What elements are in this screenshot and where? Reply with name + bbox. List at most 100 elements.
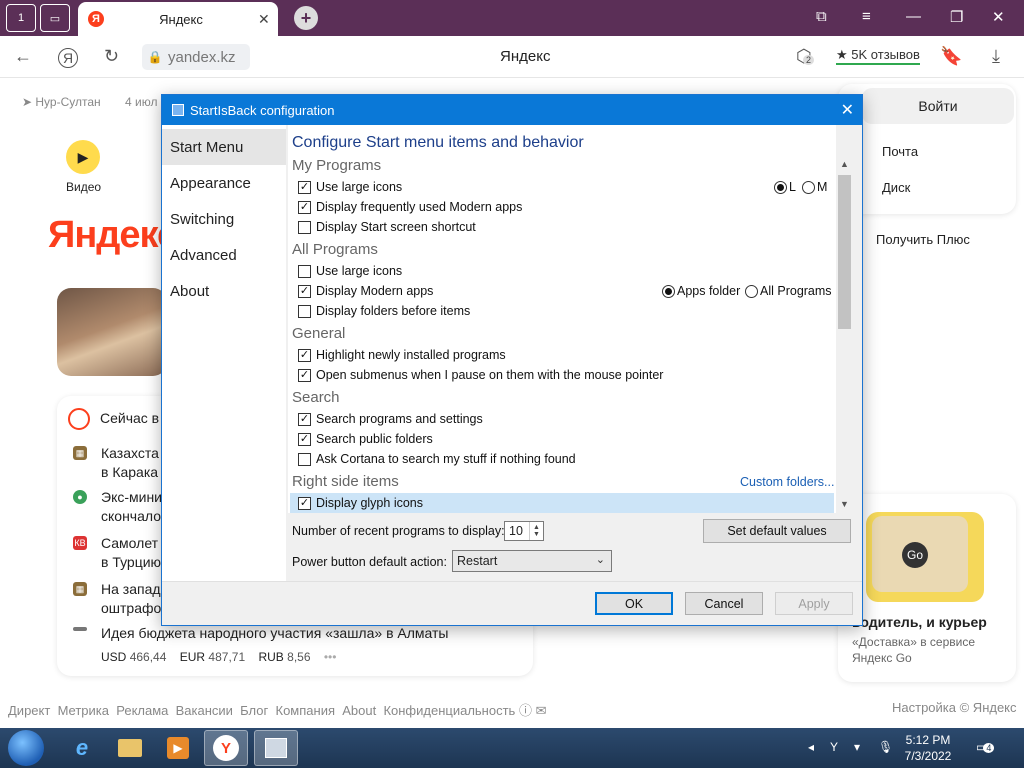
bookmarks-panel-icon[interactable]: ⧉ bbox=[816, 8, 827, 25]
hero-image[interactable] bbox=[57, 288, 167, 376]
more-icon[interactable]: ••• bbox=[324, 650, 337, 664]
footer-right[interactable]: Настройка © Яндекс bbox=[892, 700, 1017, 715]
scrollbar-thumb[interactable] bbox=[838, 175, 851, 329]
bookmark-icon[interactable]: 🔖 bbox=[940, 46, 962, 67]
taskbar-clock[interactable]: 5:12 PM 7/3/2022 bbox=[900, 732, 956, 764]
nav-appearance[interactable]: Appearance bbox=[162, 165, 286, 201]
plus-link[interactable]: Получить Плюс bbox=[876, 232, 970, 247]
app-icon bbox=[172, 104, 184, 116]
footer-link[interactable]: Конфиденциальность bbox=[383, 703, 515, 718]
settings-nav: Start Menu Appearance Switching Advanced… bbox=[162, 125, 286, 581]
url-field[interactable]: 🔒 yandex.kz bbox=[142, 44, 250, 70]
mail-link[interactable]: Почта bbox=[882, 144, 918, 159]
radio-size-l[interactable]: L bbox=[774, 179, 796, 195]
news-item[interactable]: Идея бюджета народного участия «зашла» в… bbox=[101, 624, 448, 643]
reviews-link[interactable]: ★ 5K отзывов bbox=[836, 47, 920, 65]
start-button[interactable] bbox=[8, 730, 44, 766]
scroll-down-icon[interactable]: ▼ bbox=[836, 495, 853, 513]
news-item[interactable]: На запад оштрафо bbox=[101, 580, 161, 618]
scroll-up-icon[interactable]: ▲ bbox=[836, 155, 853, 173]
disk-link[interactable]: Диск bbox=[882, 180, 910, 195]
new-tab-button[interactable]: + bbox=[294, 6, 318, 30]
file-explorer-icon[interactable] bbox=[108, 730, 152, 766]
mail-icon[interactable]: ✉ bbox=[536, 703, 547, 718]
ok-button[interactable]: OK bbox=[595, 592, 673, 615]
recent-programs-stepper[interactable]: 10 ▲ ▼ bbox=[504, 521, 544, 541]
news-item[interactable]: Самолет в Турцию bbox=[101, 534, 161, 572]
footer-link[interactable]: Блог bbox=[240, 703, 268, 718]
menu-icon[interactable]: ≡ bbox=[862, 8, 871, 25]
tray-overflow-icon[interactable]: ◂ bbox=[808, 740, 814, 754]
tabs-overview-button[interactable]: 1 bbox=[6, 4, 36, 32]
microphone-icon[interactable]: 🎙 bbox=[878, 740, 893, 754]
tab-yandex[interactable]: Я Яндекс ✕ bbox=[78, 2, 278, 36]
minimize-icon[interactable]: — bbox=[906, 8, 921, 25]
footer-link[interactable]: Директ bbox=[8, 703, 50, 718]
checkbox-highlight-new[interactable]: ✓ Highlight newly installed programs bbox=[298, 347, 506, 363]
nav-switching[interactable]: Switching bbox=[162, 201, 286, 237]
checkbox-ap-folders-first[interactable]: Display folders before items bbox=[298, 303, 470, 319]
yandex-browser-taskbar-icon[interactable]: Y bbox=[204, 730, 248, 766]
news-item[interactable]: Казахста в Карака bbox=[101, 444, 159, 482]
network-icon[interactable]: ▾ bbox=[854, 740, 860, 754]
footer-link[interactable]: Метрика bbox=[58, 703, 109, 718]
stepper-arrows[interactable]: ▲ ▼ bbox=[529, 522, 543, 540]
footer-links: Директ Метрика Реклама Вакансии Блог Ком… bbox=[8, 700, 547, 719]
nav-about[interactable]: About bbox=[162, 273, 286, 309]
yandex-home-icon[interactable]: Я bbox=[58, 48, 78, 68]
dialog-close-icon[interactable]: ✕ bbox=[841, 100, 854, 120]
media-player-icon[interactable]: ▶ bbox=[156, 730, 200, 766]
power-action-select[interactable]: Restart ⌄ bbox=[452, 550, 612, 572]
checkbox-mp-large-icons[interactable]: ✓ Use large icons bbox=[298, 179, 402, 195]
custom-folders-link[interactable]: Custom folders... bbox=[740, 475, 834, 489]
notification-count: 4 bbox=[983, 743, 995, 753]
video-label: Видео bbox=[66, 180, 102, 194]
clock-date: 7/3/2022 bbox=[904, 749, 952, 763]
tab-close-icon[interactable]: ✕ bbox=[258, 11, 278, 28]
footer-link[interactable]: About bbox=[342, 703, 376, 718]
dialog-titlebar[interactable]: StartIsBack configuration ✕ bbox=[162, 95, 862, 125]
nav-start-menu[interactable]: Start Menu bbox=[162, 129, 286, 165]
internet-explorer-icon[interactable]: e bbox=[60, 730, 104, 766]
cancel-button[interactable]: Cancel bbox=[685, 592, 763, 615]
restore-icon[interactable]: ❐ bbox=[950, 8, 963, 26]
footer-link[interactable]: Компания bbox=[276, 703, 336, 718]
radio-apps-folder[interactable]: Apps folder bbox=[662, 283, 740, 299]
checkbox-mark bbox=[298, 220, 311, 234]
stepper-up-icon[interactable]: ▲ bbox=[533, 524, 540, 531]
stepper-down-icon[interactable]: ▼ bbox=[533, 531, 540, 538]
login-button[interactable]: Войти bbox=[862, 88, 1014, 124]
set-default-button[interactable]: Set default values bbox=[703, 519, 851, 543]
location-link[interactable]: ➤ Нур-Султан bbox=[22, 95, 101, 109]
yandex-tray-icon[interactable]: Y bbox=[830, 740, 838, 754]
checkbox-search-public[interactable]: ✓ Search public folders bbox=[298, 431, 433, 447]
checkbox-ask-cortana[interactable]: Ask Cortana to search my stuff if nothin… bbox=[298, 451, 576, 467]
apply-button[interactable]: Apply bbox=[775, 592, 853, 615]
nav-advanced[interactable]: Advanced bbox=[162, 237, 286, 273]
checkbox-open-submenus[interactable]: ✓ Open submenus when I pause on them with… bbox=[298, 367, 663, 383]
footer-link[interactable]: Вакансии bbox=[176, 703, 233, 718]
checkbox-ap-modern-apps[interactable]: ✓ Display Modern apps bbox=[298, 283, 433, 299]
checkbox-glyph-icons[interactable]: ✓ Display glyph icons bbox=[298, 495, 423, 511]
dialog-title: StartIsBack configuration bbox=[190, 102, 335, 118]
checkbox-ap-large-icons[interactable]: Use large icons bbox=[298, 263, 402, 279]
checkbox-search-programs[interactable]: ✓ Search programs and settings bbox=[298, 411, 483, 427]
close-window-icon[interactable]: ✕ bbox=[992, 8, 1005, 26]
footer-link[interactable]: Реклама bbox=[116, 703, 168, 718]
reload-icon[interactable]: ↻ bbox=[104, 46, 119, 67]
notification-icon[interactable]: ▭4 bbox=[976, 740, 995, 754]
news-item[interactable]: Экс-мини скончало bbox=[101, 488, 162, 526]
news-source-icon: КВ bbox=[73, 536, 87, 550]
radio-all-programs[interactable]: All Programs bbox=[745, 283, 832, 299]
radio-size-m[interactable]: M bbox=[802, 179, 827, 195]
checkbox-mp-start-screen[interactable]: Display Start screen shortcut bbox=[298, 219, 476, 235]
startisback-taskbar-icon[interactable] bbox=[254, 730, 298, 766]
checkbox-mp-modern-apps[interactable]: ✓ Display frequently used Modern apps bbox=[298, 199, 522, 215]
help-icon[interactable]: ⓘ bbox=[519, 703, 532, 718]
download-icon[interactable]: ⤓ bbox=[992, 46, 1000, 67]
collections-button[interactable]: ▭ bbox=[40, 4, 70, 32]
back-arrow-icon[interactable]: ← bbox=[14, 46, 32, 67]
video-service-button[interactable]: ▶ bbox=[66, 140, 100, 174]
play-icon: ▶ bbox=[77, 148, 89, 165]
section-right-side: Right side items bbox=[292, 473, 399, 490]
